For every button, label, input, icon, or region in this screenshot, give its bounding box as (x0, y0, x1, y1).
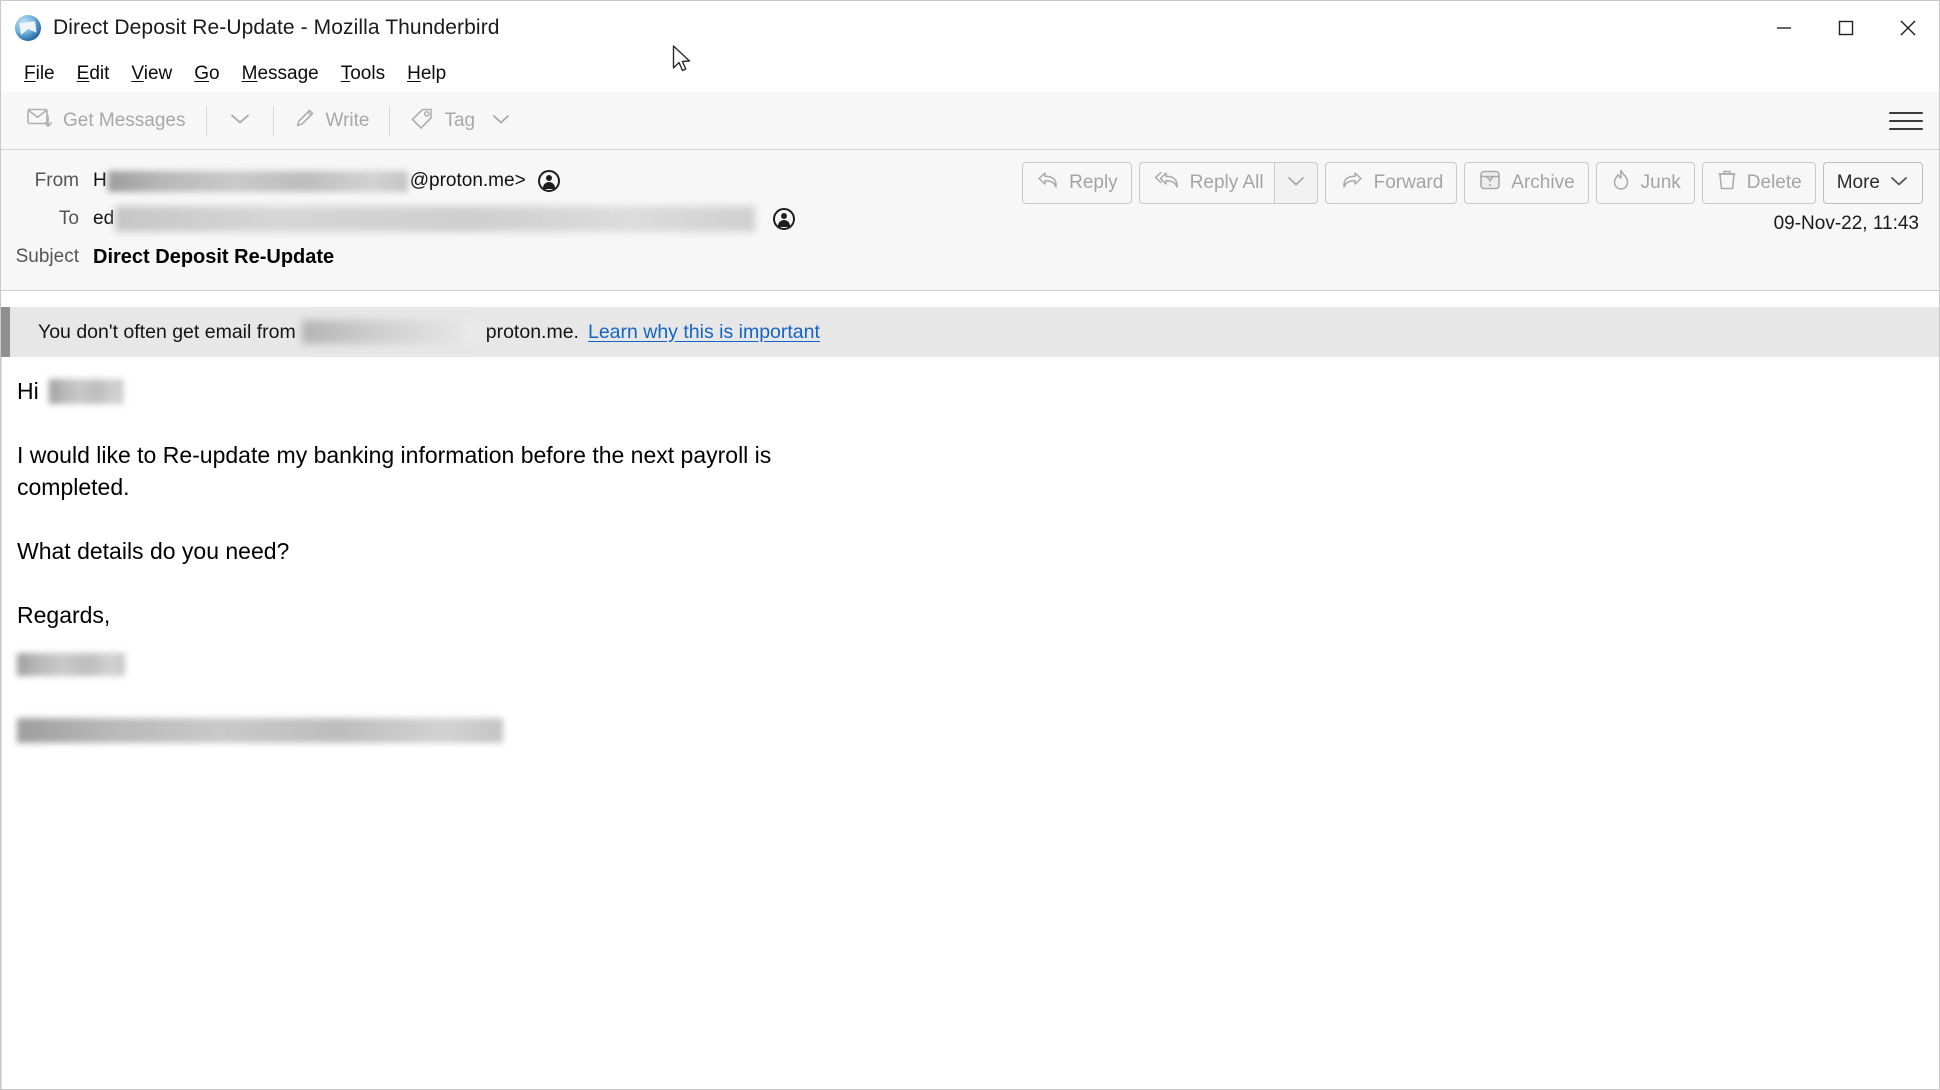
from-value[interactable]: H @proton.me> (93, 170, 560, 192)
signature-block (17, 631, 1939, 743)
from-label: From (34, 170, 79, 191)
menu-item-help[interactable]: Help (396, 61, 457, 87)
delete-label: Delete (1746, 172, 1802, 193)
reply-all-dropdown-button[interactable] (1273, 162, 1318, 204)
body-paragraph-3: Regards, (17, 602, 111, 628)
chevron-down-icon (1286, 172, 1306, 194)
write-label: Write (325, 109, 370, 131)
toolbar-separator (272, 105, 274, 136)
from-value-prefix: H (93, 170, 107, 191)
chevron-down-icon (491, 110, 511, 132)
notification-area: You don't often get email from proton.me… (1, 291, 1939, 357)
get-messages-button[interactable]: Get Messages (15, 100, 198, 142)
junk-label-text: Junk (1640, 172, 1681, 193)
minimize-icon[interactable] (1753, 1, 1815, 55)
body-left-divider (1, 357, 2, 1089)
contact-avatar-icon[interactable] (773, 208, 796, 230)
first-time-sender-notice: You don't often get email from proton.me… (1, 307, 1939, 357)
from-value-suffix: @proton.me> (409, 170, 526, 191)
to-label: To (58, 208, 79, 229)
window-controls (1753, 1, 1939, 55)
message-action-toolbar: Reply Reply All Forward Archive Junk Del… (1022, 162, 1923, 204)
notice-domain-text: proton.me. (485, 320, 579, 343)
pencil-icon (294, 107, 316, 135)
subject-value: Direct Deposit Re-Update (93, 245, 335, 268)
tag-icon (410, 107, 434, 135)
forward-arrow-icon (1339, 170, 1365, 196)
to-value[interactable]: ed (93, 206, 796, 232)
toolbar-separator (389, 105, 391, 136)
more-label: More (1836, 172, 1880, 193)
toolbar-separator (205, 105, 207, 136)
message-body: Hi I would like to Re-update my banking … (1, 357, 1939, 1089)
body-paragraph-1: I would like to Re-update my banking inf… (17, 442, 772, 500)
menu-item-view[interactable]: View (120, 61, 183, 87)
more-button[interactable]: More (1822, 162, 1923, 204)
main-toolbar: Get Messages Write Tag (1, 92, 1939, 150)
chevron-down-icon (229, 110, 251, 132)
junk-button[interactable]: Delete Junk (1595, 162, 1695, 204)
archive-label: Archive (1511, 172, 1575, 193)
body-paragraph-2: What details do you need? (17, 538, 290, 564)
title-bar: Direct Deposit Re-Update - Mozilla Thund… (1, 1, 1939, 55)
signature-title-redacted-block (17, 718, 503, 743)
archive-button[interactable]: Archive (1464, 162, 1589, 204)
message-header-pane: From H @proton.me> To ed Subject Direct … (1, 150, 1939, 291)
body-greeting: Hi (17, 367, 1939, 407)
menu-item-go[interactable]: Go (183, 61, 230, 87)
envelope-download-icon (27, 107, 53, 135)
reply-all-button[interactable]: Reply All (1138, 162, 1274, 204)
reply-all-arrow-icon (1153, 170, 1181, 196)
notice-text-before: You don't often get email from (38, 320, 296, 343)
greeting-redacted-block (48, 378, 123, 404)
forward-label: Forward (1373, 172, 1444, 193)
learn-why-link[interactable]: Learn why this is important (588, 321, 820, 344)
get-messages-label: Get Messages (63, 109, 186, 131)
menu-bar: File Edit View Go Message Tools Help (1, 55, 1939, 92)
signature-name-redacted-block (17, 653, 125, 676)
menu-item-message[interactable]: Message (231, 61, 330, 87)
notice-text: You don't often get email from proton.me… (10, 307, 1939, 357)
header-row-subject: Subject Direct Deposit Re-Update (1, 238, 1939, 276)
close-icon[interactable] (1877, 1, 1939, 55)
header-row-to: To ed (1, 200, 1939, 238)
trash-icon (1716, 168, 1738, 198)
delete-button[interactable]: Delete (1701, 162, 1816, 204)
thunderbird-window: Direct Deposit Re-Update - Mozilla Thund… (0, 0, 1940, 1090)
archive-box-icon (1478, 168, 1502, 198)
message-date: 09-Nov-22, 11:43 (1773, 213, 1919, 234)
menu-item-edit[interactable]: Edit (66, 61, 121, 87)
chevron-down-icon (1889, 172, 1909, 194)
forward-button[interactable]: Forward (1324, 162, 1458, 204)
to-redacted-block (115, 206, 756, 232)
notice-sender-redacted-block (301, 320, 480, 344)
to-value-prefix: ed (93, 208, 115, 229)
reply-all-label: Reply All (1189, 172, 1264, 193)
reply-all-split-button: Reply All (1138, 162, 1318, 204)
flame-icon (1610, 168, 1632, 198)
tag-button[interactable]: Tag (398, 100, 523, 142)
greeting-text: Hi (17, 378, 39, 404)
reply-arrow-icon (1036, 170, 1060, 196)
menu-item-tools[interactable]: Tools (330, 61, 396, 87)
notice-accent-bar (1, 307, 10, 357)
write-button[interactable]: Write (282, 100, 382, 142)
reply-button[interactable]: Reply (1022, 162, 1132, 204)
menu-item-file[interactable]: File (13, 61, 66, 87)
reply-label: Reply (1069, 172, 1118, 193)
hamburger-menu-icon[interactable] (1889, 106, 1923, 136)
window-title: Direct Deposit Re-Update - Mozilla Thund… (53, 16, 500, 39)
tag-label: Tag (444, 109, 476, 131)
contact-avatar-icon[interactable] (537, 170, 560, 192)
subject-label: Subject (15, 246, 79, 267)
from-redacted-block (107, 170, 408, 192)
get-messages-dropdown-button[interactable] (215, 100, 265, 142)
thunderbird-icon (15, 15, 41, 41)
maximize-icon[interactable] (1815, 1, 1877, 55)
